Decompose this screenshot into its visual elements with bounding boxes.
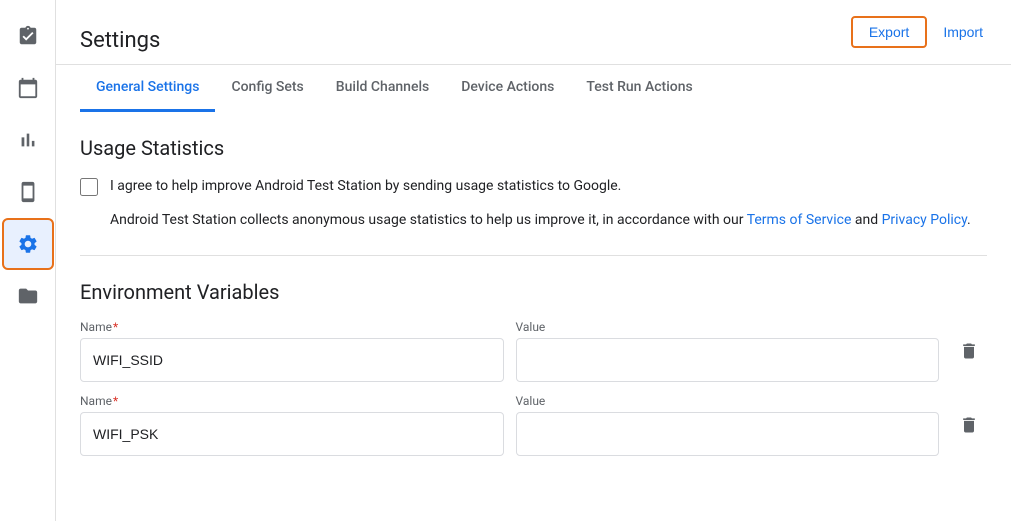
settings-icon xyxy=(17,233,39,255)
env-delete-button-1[interactable] xyxy=(951,333,987,369)
tasks-icon xyxy=(17,25,39,47)
usage-description: Android Test Station collects anonymous … xyxy=(110,209,987,231)
page-title: Settings xyxy=(80,28,160,53)
env-rows: Name* Value Name* xyxy=(80,320,987,456)
privacy-link[interactable]: Privacy Policy xyxy=(882,212,967,228)
tos-link[interactable]: Terms of Service xyxy=(747,212,852,228)
export-button[interactable]: Export xyxy=(851,16,927,48)
usage-desc-and: and xyxy=(851,212,881,228)
env-name-field-1: Name* xyxy=(80,320,504,382)
usage-checkbox-label: I agree to help improve Android Test Sta… xyxy=(110,176,621,197)
content-area: Usage Statistics I agree to help improve… xyxy=(56,112,1011,521)
env-variables-title: Environment Variables xyxy=(80,280,987,304)
required-star-1: * xyxy=(113,320,118,334)
env-row-2: Name* Value xyxy=(80,394,987,456)
tab-config-sets[interactable]: Config Sets xyxy=(215,65,319,112)
usage-desc-part1: Android Test Station collects anonymous … xyxy=(110,212,747,228)
header: Settings Export Import xyxy=(56,0,1011,65)
tab-test-run-actions[interactable]: Test Run Actions xyxy=(570,65,708,112)
required-star-2: * xyxy=(113,394,118,408)
sidebar-item-tasks[interactable] xyxy=(4,12,52,60)
sidebar-item-calendar[interactable] xyxy=(4,64,52,112)
env-name-field-2: Name* xyxy=(80,394,504,456)
env-value-input-1[interactable] xyxy=(516,338,940,382)
env-value-label-2: Value xyxy=(516,394,940,408)
delete-icon-1 xyxy=(959,341,979,361)
usage-checkbox-row: I agree to help improve Android Test Sta… xyxy=(80,176,987,197)
header-left: Settings xyxy=(80,28,160,53)
main-content: Settings Export Import General Settings … xyxy=(56,0,1011,521)
analytics-icon xyxy=(17,129,39,151)
folder-icon xyxy=(17,285,39,307)
tab-build-channels[interactable]: Build Channels xyxy=(320,65,445,112)
tab-general-settings[interactable]: General Settings xyxy=(80,65,215,112)
usage-desc-end: . xyxy=(967,212,971,228)
env-value-label-1: Value xyxy=(516,320,940,334)
env-name-label-1: Name* xyxy=(80,320,504,334)
tabs-bar: General Settings Config Sets Build Chann… xyxy=(80,65,987,112)
device-icon xyxy=(17,181,39,203)
env-value-input-2[interactable] xyxy=(516,412,940,456)
env-value-field-2: Value xyxy=(516,394,940,456)
env-row-1: Name* Value xyxy=(80,320,987,382)
usage-statistics-checkbox[interactable] xyxy=(80,178,98,196)
tab-device-actions[interactable]: Device Actions xyxy=(445,65,570,112)
env-delete-button-2[interactable] xyxy=(951,407,987,443)
header-actions: Export Import xyxy=(851,16,987,64)
section-divider xyxy=(80,255,987,256)
env-name-label-2: Name* xyxy=(80,394,504,408)
calendar-icon xyxy=(17,77,39,99)
sidebar-item-device[interactable] xyxy=(4,168,52,216)
sidebar-item-analytics[interactable] xyxy=(4,116,52,164)
env-value-field-1: Value xyxy=(516,320,940,382)
usage-statistics-title: Usage Statistics xyxy=(80,136,987,160)
env-name-input-2[interactable] xyxy=(80,412,504,456)
sidebar xyxy=(0,0,56,521)
sidebar-item-folder[interactable] xyxy=(4,272,52,320)
env-name-input-1[interactable] xyxy=(80,338,504,382)
sidebar-item-settings[interactable] xyxy=(4,220,52,268)
import-button[interactable]: Import xyxy=(939,18,987,46)
delete-icon-2 xyxy=(959,415,979,435)
